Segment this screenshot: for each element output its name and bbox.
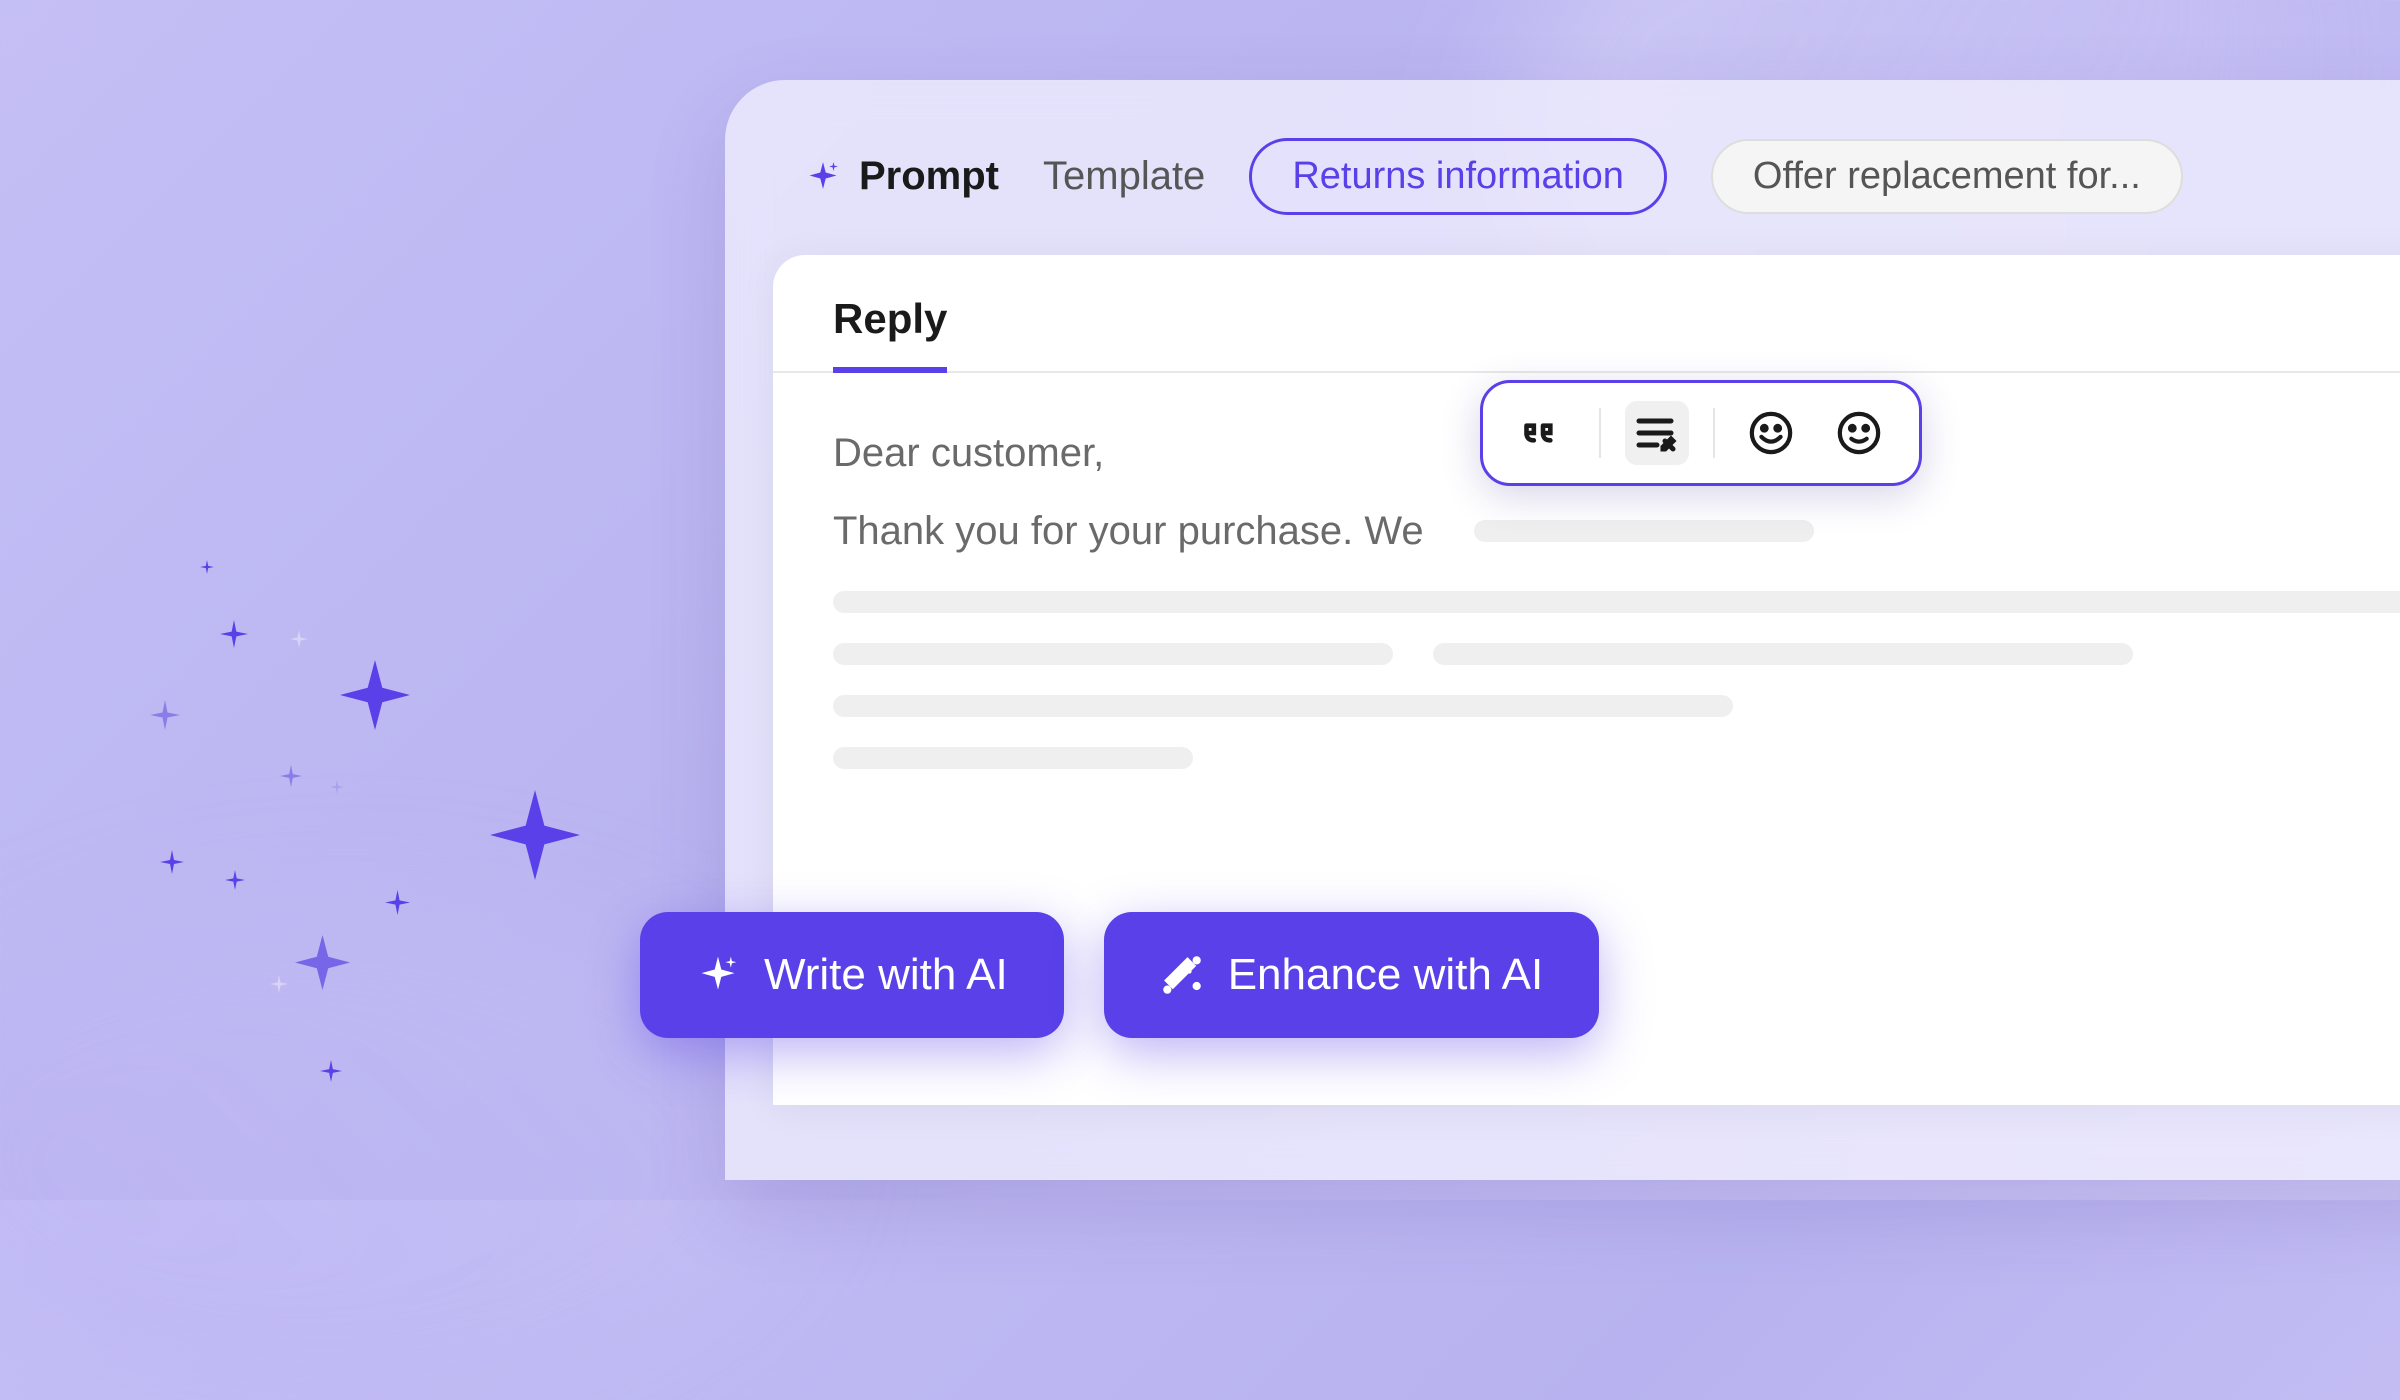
ai-edit-button[interactable] xyxy=(1625,401,1689,465)
emoji-button-1[interactable] xyxy=(1739,401,1803,465)
emoji-button-2[interactable] xyxy=(1827,401,1891,465)
divider xyxy=(1599,408,1601,458)
decorative-sparkles xyxy=(180,560,680,1060)
chip-offer-replacement[interactable]: Offer replacement for... xyxy=(1711,139,2183,214)
skeleton-placeholder xyxy=(833,747,1193,769)
divider xyxy=(1713,408,1715,458)
chip-returns-information[interactable]: Returns information xyxy=(1249,138,1667,215)
write-button-label: Write with AI xyxy=(764,950,1008,1000)
skeleton-placeholder xyxy=(833,695,1733,717)
tab-template-label: Template xyxy=(1043,154,1205,199)
formatting-toolbar xyxy=(1480,380,1922,486)
sparkle-icon xyxy=(805,159,841,195)
reply-body-text: Thank you for your purchase. We xyxy=(833,501,1424,561)
magic-wand-icon xyxy=(1160,953,1204,997)
write-with-ai-button[interactable]: Write with AI xyxy=(640,912,1064,1038)
chip-returns-label: Returns information xyxy=(1292,155,1624,198)
tab-prompt[interactable]: Prompt xyxy=(805,154,999,199)
tab-template[interactable]: Template xyxy=(1043,154,1205,199)
reply-tab[interactable]: Reply xyxy=(833,295,947,373)
tab-prompt-label: Prompt xyxy=(859,154,999,199)
smile-icon xyxy=(1748,410,1794,456)
enhance-with-ai-button[interactable]: Enhance with AI xyxy=(1104,912,1600,1038)
chip-offer-label: Offer replacement for... xyxy=(1753,155,2141,198)
reply-tab-label: Reply xyxy=(833,295,947,342)
reply-header: Reply xyxy=(773,255,2400,373)
skeleton-placeholder xyxy=(833,591,2400,613)
skeleton-placeholder xyxy=(1433,643,2133,665)
enhance-button-label: Enhance with AI xyxy=(1228,950,1544,1000)
header-tabs: Prompt Template Returns information Offe… xyxy=(725,80,2400,255)
quote-icon xyxy=(1521,411,1565,455)
skeleton-placeholder xyxy=(833,643,1393,665)
ai-action-buttons: Write with AI Enhance with AI xyxy=(640,912,1599,1038)
edit-lines-icon xyxy=(1633,409,1681,457)
quote-button[interactable] xyxy=(1511,401,1575,465)
sparkle-icon xyxy=(696,953,740,997)
smile-icon xyxy=(1836,410,1882,456)
skeleton-placeholder xyxy=(1474,520,1814,542)
